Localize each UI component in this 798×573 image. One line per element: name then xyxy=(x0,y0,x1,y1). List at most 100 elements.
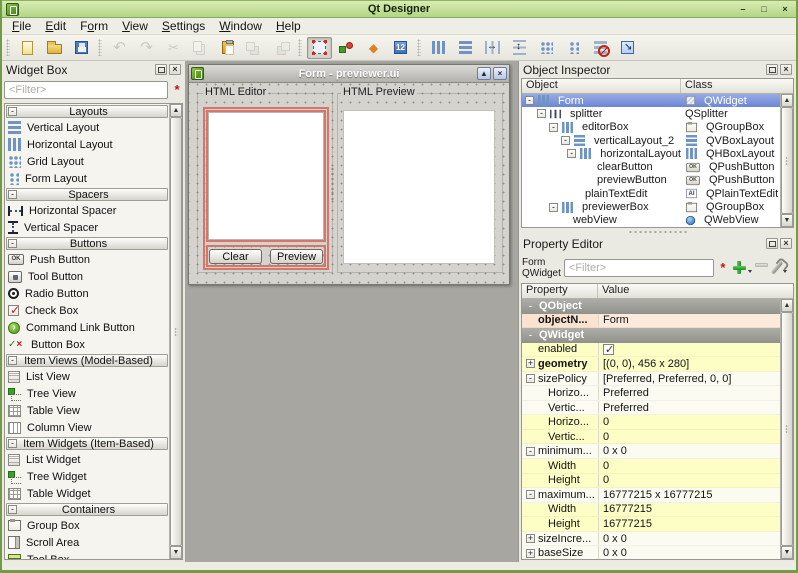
widget-item-button-box[interactable]: Button Box xyxy=(5,336,169,353)
collapse-icon[interactable]: - xyxy=(8,356,17,365)
layout-vertically-button[interactable] xyxy=(453,37,478,59)
collapse-icon[interactable]: - xyxy=(526,302,535,311)
property-row-horizo[interactable]: Horizo...Preferred xyxy=(522,386,780,401)
property-value-cell[interactable]: Preferred xyxy=(598,401,780,415)
widget-item-command-link-button[interactable]: Command Link Button xyxy=(5,319,169,336)
widget-box-float-icon[interactable] xyxy=(155,64,167,75)
property-value-cell[interactable]: 0 x 0 xyxy=(598,532,780,546)
collapse-icon[interactable]: - xyxy=(567,149,576,158)
collapse-icon[interactable]: - xyxy=(526,331,535,340)
scroll-down-icon[interactable]: ▼ xyxy=(170,546,182,559)
property-section-qobject[interactable]: -QObject xyxy=(522,299,780,314)
expand-icon[interactable]: + xyxy=(526,359,535,368)
inspector-row-verticallayout-2[interactable]: -verticalLayout_2QVBoxLayout xyxy=(522,134,780,147)
inspector-row-webview[interactable]: webViewQWebView xyxy=(522,214,780,227)
widget-box-category-layouts[interactable]: -Layouts xyxy=(6,105,168,118)
widget-item-check-box[interactable]: Check Box xyxy=(5,302,169,319)
inspector-row-horizontallayout[interactable]: -horizontalLayoutQHBoxLayout xyxy=(522,147,780,160)
property-editor-float-icon[interactable] xyxy=(766,238,778,249)
toolbar-drag-handle[interactable] xyxy=(417,39,421,56)
layout-in-form-button[interactable] xyxy=(561,37,586,59)
raise-button[interactable] xyxy=(269,37,294,59)
menu-help[interactable]: Help xyxy=(269,19,308,33)
new-form-button[interactable] xyxy=(15,37,40,59)
expand-icon[interactable]: - xyxy=(526,490,535,499)
adjust-size-button[interactable] xyxy=(615,37,640,59)
property-value-cell[interactable]: 0 xyxy=(598,474,780,488)
property-value-cell[interactable] xyxy=(598,343,780,357)
remove-dynamic-property-button[interactable] xyxy=(755,263,768,272)
edit-signals-slots-button[interactable] xyxy=(334,37,359,59)
property-editor-header[interactable]: Property Value xyxy=(522,284,793,299)
widget-item-tree-widget[interactable]: Tree Widget xyxy=(5,468,169,485)
property-row-enabled[interactable]: enabled xyxy=(522,343,780,358)
menu-edit[interactable]: Edit xyxy=(38,19,73,33)
property-value-cell[interactable]: 16777215 xyxy=(598,503,780,517)
toolbar-drag-handle[interactable] xyxy=(6,39,10,56)
property-row-objectn[interactable]: objectN...Form xyxy=(522,314,780,329)
property-editor-close-icon[interactable] xyxy=(780,238,792,249)
layout-in-grid-button[interactable] xyxy=(534,37,559,59)
widget-item-vertical-spacer[interactable]: Vertical Spacer xyxy=(5,219,169,236)
property-value-cell[interactable]: Preferred xyxy=(598,386,780,400)
property-value-cell[interactable]: 16777215 xyxy=(598,517,780,531)
inspector-row-previewbutton[interactable]: previewButtonQPushButton xyxy=(522,174,780,187)
inspector-row-form[interactable]: -FormQWidget xyxy=(522,94,780,107)
scrollbar-thumb[interactable] xyxy=(781,107,793,214)
redo-button[interactable] xyxy=(134,37,159,59)
paste-button[interactable] xyxy=(215,37,240,59)
property-editor-scrollbar[interactable]: ▲ ▼ xyxy=(780,299,793,559)
widget-item-form-layout[interactable]: Form Layout xyxy=(5,170,169,187)
toolbar-drag-handle[interactable] xyxy=(98,39,102,56)
property-value-cell[interactable]: 16777215 x 16777215 xyxy=(598,488,780,502)
collapse-icon[interactable]: - xyxy=(8,239,17,248)
collapse-icon[interactable]: - xyxy=(8,439,17,448)
widget-box-category-containers[interactable]: -Containers xyxy=(6,503,168,516)
object-inspector-scrollbar[interactable]: ▲ ▼ xyxy=(780,94,793,227)
property-row-basesize[interactable]: +baseSize0 x 0 xyxy=(522,546,780,559)
widget-box-scrollbar[interactable]: ▲ ▼ xyxy=(169,104,182,559)
property-filter-input[interactable] xyxy=(564,259,714,277)
inspector-row-plaintextedit[interactable]: plainTextEditQPlainTextEdit xyxy=(522,187,780,200)
break-layout-button[interactable] xyxy=(588,37,613,59)
scroll-down-icon[interactable]: ▼ xyxy=(781,214,793,227)
object-inspector-close-icon[interactable] xyxy=(780,64,792,75)
menu-view[interactable]: View xyxy=(115,19,155,33)
add-dynamic-property-button[interactable] xyxy=(732,260,752,275)
form-canvas[interactable]: HTML Editor HTML Preview Clear Preview xyxy=(189,83,509,284)
clear-button[interactable]: Clear xyxy=(209,249,262,264)
menu-form[interactable]: Form xyxy=(73,19,115,33)
menu-window[interactable]: Window xyxy=(212,19,269,33)
widget-item-grid-layout[interactable]: Grid Layout xyxy=(5,153,169,170)
object-inspector-header[interactable]: Object Class xyxy=(522,79,793,94)
collapse-icon[interactable]: - xyxy=(8,190,17,199)
title-bar[interactable]: Qt Designer – □ × xyxy=(2,0,796,18)
column-object[interactable]: Object xyxy=(522,79,681,93)
property-value-cell[interactable]: 0 x 0 xyxy=(598,546,780,559)
property-value-cell[interactable]: Form xyxy=(598,314,780,328)
scroll-up-icon[interactable]: ▲ xyxy=(781,94,793,107)
toolbar-drag-handle[interactable] xyxy=(298,39,302,56)
property-row-horizo[interactable]: Horizo...0 xyxy=(522,415,780,430)
layout-vertically-in-splitter-button[interactable] xyxy=(507,37,532,59)
plain-text-edit[interactable] xyxy=(206,110,326,242)
column-property[interactable]: Property xyxy=(522,284,598,298)
object-inspector-float-icon[interactable] xyxy=(766,64,778,75)
column-class[interactable]: Class xyxy=(681,79,793,93)
widget-item-horizontal-layout[interactable]: Horizontal Layout xyxy=(5,136,169,153)
configure-property-editor-button[interactable] xyxy=(775,260,787,275)
widget-item-column-view[interactable]: Column View xyxy=(5,419,169,436)
scroll-down-icon[interactable]: ▼ xyxy=(781,546,793,559)
form-window[interactable]: Form - previewer.ui ▲ × HTML Editor HTML… xyxy=(188,64,510,285)
form-window-titlebar[interactable]: Form - previewer.ui ▲ × xyxy=(189,65,509,83)
widget-box-category-item-widgets-item-based[interactable]: -Item Widgets (Item-Based) xyxy=(6,437,168,450)
column-value[interactable]: Value xyxy=(598,284,793,298)
widget-item-tool-button[interactable]: Tool Button xyxy=(5,268,169,285)
lower-button[interactable] xyxy=(242,37,267,59)
widget-item-group-box[interactable]: Group Box xyxy=(5,517,169,534)
property-row-width[interactable]: Width0 xyxy=(522,459,780,474)
widget-item-scroll-area[interactable]: Scroll Area xyxy=(5,534,169,551)
save-form-button[interactable] xyxy=(69,37,94,59)
undo-button[interactable] xyxy=(107,37,132,59)
copy-button[interactable] xyxy=(188,37,213,59)
